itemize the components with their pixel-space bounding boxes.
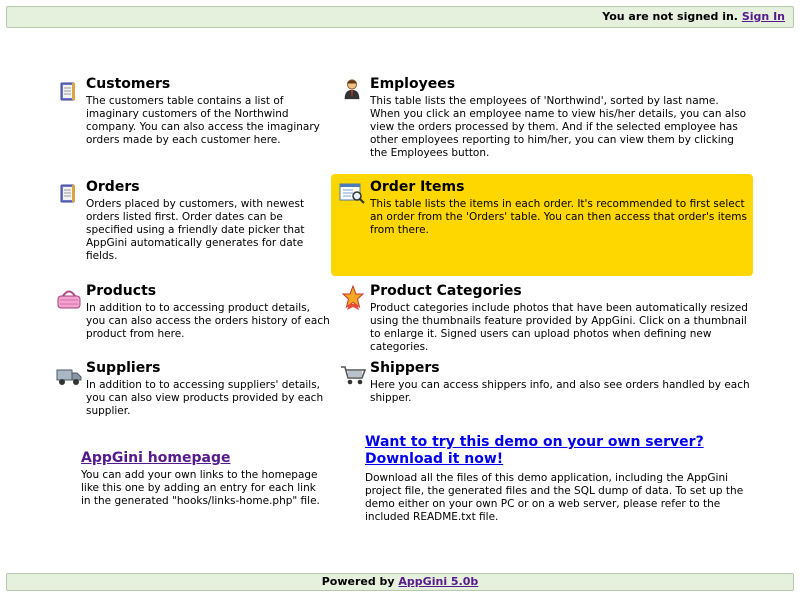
tile-desc-order-items: This table lists the items in each order… [370,198,747,236]
tile-products[interactable]: Products In addition to to accessing pro… [55,282,335,347]
footer-powered-by: Powered by [321,575,395,588]
tile-employees[interactable]: Employees This table lists the employees… [338,75,753,170]
star-icon [342,285,364,310]
tile-title-customers[interactable]: Customers [86,76,170,92]
tile-customers[interactable]: Customers The customers table contains a… [55,75,335,155]
cart-icon [341,366,366,385]
employee-icon [344,79,360,100]
tile-title-products[interactable]: Products [86,283,156,299]
tile-desc-shippers: Here you can access shippers info, and a… [370,379,750,404]
tile-title-shippers[interactable]: Shippers [370,360,440,376]
tile-title-product-categories[interactable]: Product Categories [370,283,522,299]
footer-bar: Powered by AppGini 5.0b [6,573,794,591]
link-appgini-homepage[interactable]: AppGini homepage [81,450,230,467]
footer-appgini-link[interactable]: AppGini 5.0b [398,575,478,588]
tile-suppliers[interactable]: Suppliers In addition to to accessing su… [55,359,335,424]
book-icon [60,184,75,203]
sign-in-status: You are not signed in. [602,10,738,23]
tile-title-suppliers[interactable]: Suppliers [86,360,160,376]
truck-icon [56,369,82,385]
tile-product-categories[interactable]: Product Categories Product categories in… [338,282,753,353]
tile-title-employees[interactable]: Employees [370,76,455,92]
link-download-demo-desc: Download all the files of this demo appl… [365,472,744,523]
order-items-icon [339,183,365,204]
tile-orders[interactable]: Orders Orders placed by customers, with … [55,178,335,268]
sign-in-link[interactable]: Sign In [742,10,785,23]
link-download-demo[interactable]: Want to try this demo on your own server… [365,434,755,468]
tile-order-items[interactable]: Order Items This table lists the items i… [331,174,753,276]
tile-desc-customers: The customers table contains a list of i… [86,95,320,146]
tile-desc-products: In addition to to accessing product deta… [86,302,330,340]
tile-shippers[interactable]: Shippers Here you can access shippers in… [338,359,753,414]
tile-desc-employees: This table lists the employees of 'North… [370,95,747,159]
tile-desc-product-categories: Product categories include photos that h… [370,302,748,353]
link-appgini-homepage-desc: You can add your own links to the homepa… [81,469,320,507]
tile-title-order-items[interactable]: Order Items [370,179,464,195]
basket-icon [57,290,81,309]
book-icon [60,82,75,101]
tile-desc-suppliers: In addition to to accessing suppliers' d… [86,379,324,417]
tile-desc-orders: Orders placed by customers, with newest … [86,198,305,262]
tile-title-orders[interactable]: Orders [86,179,140,195]
top-status-bar: You are not signed in. Sign In [6,6,794,28]
